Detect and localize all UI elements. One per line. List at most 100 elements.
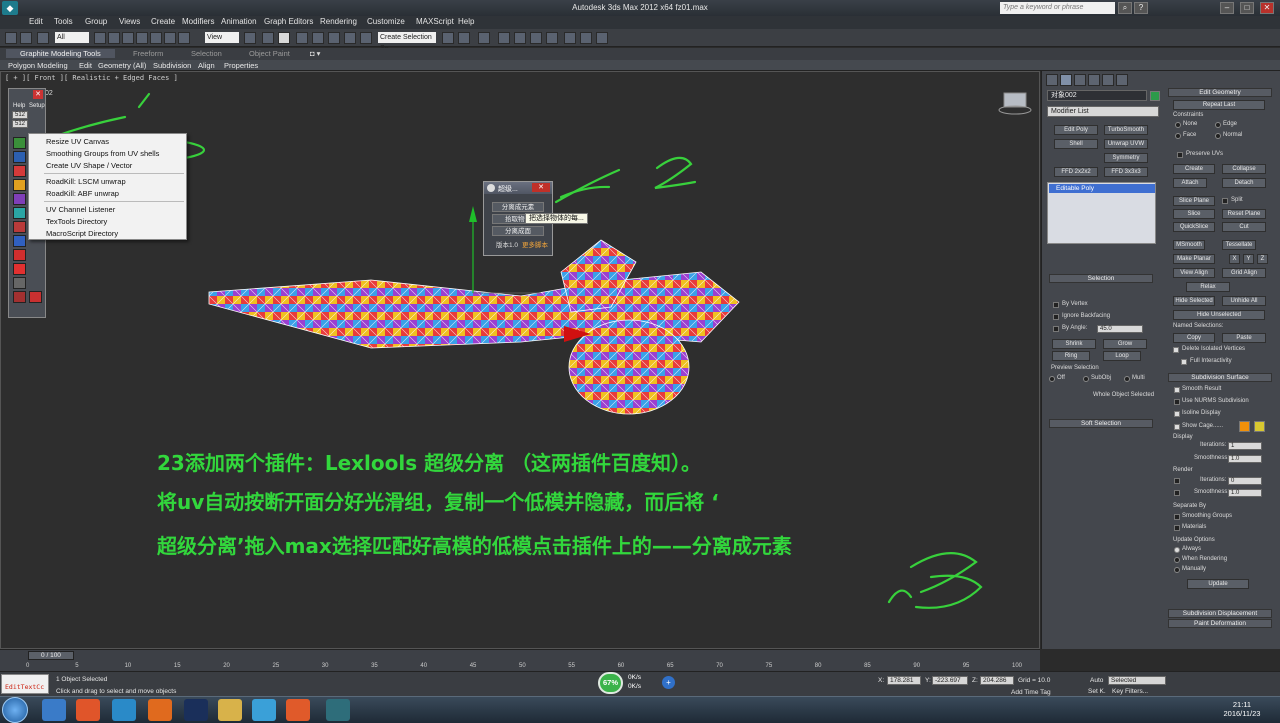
menu-modifiers[interactable]: Modifiers bbox=[182, 17, 214, 26]
menu-item-textools-directory[interactable]: TexTools Directory bbox=[46, 217, 107, 226]
isoline-display-checkbox[interactable] bbox=[1174, 411, 1180, 417]
floater-size-field[interactable]: 512 bbox=[12, 111, 28, 119]
hide-unselected-button[interactable]: Hide Unselected bbox=[1173, 310, 1265, 320]
view-cube-icon[interactable] bbox=[998, 92, 1032, 115]
close-button[interactable]: ✕ bbox=[1260, 2, 1274, 14]
edit-poly-button[interactable]: Edit Poly bbox=[1054, 125, 1098, 135]
network-speed-meter[interactable]: 67% 0K/s 0K/s + bbox=[598, 672, 678, 694]
angle-spinner[interactable]: 45.0 bbox=[1097, 325, 1143, 333]
named-selection-sets-dropdown[interactable]: Create Selection Se bbox=[378, 32, 436, 52]
stack-item-editable-poly[interactable]: Editable Poly bbox=[1049, 184, 1155, 193]
tab-selection[interactable]: Selection bbox=[191, 49, 222, 58]
selection-rollout-header[interactable]: Selection bbox=[1049, 274, 1153, 283]
unhide-all-button[interactable]: Unhide All bbox=[1222, 296, 1266, 306]
floater-close-icon[interactable]: ✕ bbox=[33, 90, 43, 99]
dialog-close-button[interactable]: ✕ bbox=[532, 183, 550, 192]
cage-color-swatch-1[interactable] bbox=[1239, 421, 1250, 432]
x-coord-field[interactable]: 178.281 bbox=[887, 676, 921, 685]
app-icon[interactable] bbox=[112, 699, 136, 721]
cage-color-swatch-2[interactable] bbox=[1254, 421, 1265, 432]
menu-group[interactable]: Group bbox=[85, 17, 107, 26]
menu-item-smoothing-groups-from-uv-shells[interactable]: Smoothing Groups from UV shells bbox=[46, 149, 159, 158]
y-coord-field[interactable]: -223.697 bbox=[932, 676, 968, 685]
grow-button[interactable]: Grow bbox=[1103, 339, 1147, 349]
z-coord-field[interactable]: 204.286 bbox=[980, 676, 1014, 685]
shell-button[interactable]: Shell bbox=[1054, 139, 1098, 149]
menu-help[interactable]: Help bbox=[458, 17, 474, 26]
use-nurms-checkbox[interactable] bbox=[1174, 399, 1180, 405]
menu-graph-editors[interactable]: Graph Editors bbox=[264, 17, 313, 26]
menu-customize[interactable]: Customize bbox=[367, 17, 405, 26]
uv-tool-icon[interactable] bbox=[13, 137, 26, 149]
preview-multi-radio[interactable] bbox=[1124, 376, 1130, 382]
soft-selection-rollout-header[interactable]: Soft Selection bbox=[1049, 419, 1153, 428]
render-setup-icon[interactable] bbox=[564, 32, 576, 44]
ffd-2x2x2-button[interactable]: FFD 2x2x2 bbox=[1054, 167, 1098, 177]
select-by-name-icon[interactable] bbox=[108, 32, 120, 44]
unwrap-uvw-button[interactable]: Unwrap UVW bbox=[1104, 139, 1148, 149]
object-color-swatch[interactable] bbox=[1150, 91, 1160, 101]
paste-button[interactable]: Paste bbox=[1222, 333, 1266, 343]
view-align-button[interactable]: View Align bbox=[1173, 268, 1215, 278]
ring-button[interactable]: Ring bbox=[1052, 351, 1090, 361]
relax-button[interactable]: Relax bbox=[1186, 282, 1230, 292]
shrink-button[interactable]: Shrink bbox=[1052, 339, 1096, 349]
rectangle-selection-icon[interactable] bbox=[122, 32, 134, 44]
curve-editor-icon[interactable] bbox=[514, 32, 526, 44]
edit-named-selection-icon[interactable] bbox=[360, 32, 372, 44]
update-manually-radio[interactable] bbox=[1174, 567, 1180, 573]
planar-z-button[interactable]: Z bbox=[1257, 254, 1268, 264]
uv-tool-icon[interactable] bbox=[13, 207, 26, 219]
hide-selected-button[interactable]: Hide Selected bbox=[1173, 296, 1215, 306]
show-cage-checkbox[interactable] bbox=[1174, 424, 1180, 430]
floater-size-field-2[interactable]: 512 bbox=[12, 120, 28, 128]
grid-align-button[interactable]: Grid Align bbox=[1222, 268, 1266, 278]
copy-button[interactable]: Copy bbox=[1173, 333, 1215, 343]
full-interactivity-checkbox[interactable] bbox=[1181, 359, 1187, 365]
constraint-normal-radio[interactable] bbox=[1215, 133, 1221, 139]
uv-tool-icon[interactable] bbox=[13, 193, 26, 205]
subdivision-surface-rollout-header[interactable]: Subdivision Surface bbox=[1168, 373, 1272, 382]
slice-plane-button[interactable]: Slice Plane bbox=[1173, 196, 1215, 206]
tab-object-paint[interactable]: Object Paint bbox=[249, 49, 290, 58]
uv-tool-icon[interactable] bbox=[29, 291, 42, 303]
photoshop-icon[interactable] bbox=[184, 699, 208, 721]
edit-geometry-rollout-header[interactable]: Edit Geometry bbox=[1168, 88, 1272, 97]
uv-tool-icon[interactable] bbox=[13, 221, 26, 233]
panel-geometry-all[interactable]: Geometry (All) bbox=[98, 61, 146, 70]
materials-checkbox[interactable] bbox=[1174, 525, 1180, 531]
mirror-icon[interactable] bbox=[442, 32, 454, 44]
rendered-frame-window-icon[interactable] bbox=[580, 32, 592, 44]
selection-filter-dropdown[interactable]: All bbox=[55, 32, 89, 43]
select-object-icon[interactable] bbox=[94, 32, 106, 44]
menu-item-roadkill-lscm[interactable]: RoadKill: LSCM unwrap bbox=[46, 177, 126, 186]
start-button-icon[interactable] bbox=[2, 697, 28, 723]
select-move-icon[interactable] bbox=[150, 32, 162, 44]
taskbar-clock[interactable]: 21:11 2016/11/23 bbox=[1222, 700, 1262, 718]
planar-y-button[interactable]: Y bbox=[1243, 254, 1254, 264]
create-button[interactable]: Create bbox=[1173, 164, 1215, 174]
key-mode-dropdown[interactable]: Selected bbox=[1108, 676, 1166, 685]
ie-icon[interactable] bbox=[42, 699, 66, 721]
folder-icon[interactable] bbox=[218, 699, 242, 721]
render-production-icon[interactable] bbox=[596, 32, 608, 44]
slice-button[interactable]: Slice bbox=[1173, 209, 1215, 219]
uv-tool-icon[interactable] bbox=[13, 165, 26, 177]
menu-animation[interactable]: Animation bbox=[221, 17, 257, 26]
smoothing-groups-checkbox[interactable] bbox=[1174, 514, 1180, 520]
cut-button[interactable]: Cut bbox=[1222, 222, 1266, 232]
smooth-result-checkbox[interactable] bbox=[1174, 387, 1180, 393]
ffd-3x3x3-button[interactable]: FFD 3x3x3 bbox=[1104, 167, 1148, 177]
uv-tool-icon[interactable] bbox=[13, 235, 26, 247]
object-name-field[interactable]: 对象002 bbox=[1047, 90, 1147, 101]
smoothness-display-spinner[interactable]: 1.0 bbox=[1228, 455, 1262, 463]
symmetry-button[interactable]: Symmetry bbox=[1104, 153, 1148, 163]
menu-tools[interactable]: Tools bbox=[54, 17, 73, 26]
redo-icon[interactable] bbox=[20, 32, 32, 44]
make-planar-button[interactable]: Make Planar bbox=[1173, 254, 1215, 264]
time-slider[interactable]: 0 / 100 bbox=[28, 651, 74, 660]
uv-tool-icon[interactable] bbox=[13, 277, 26, 289]
window-crossing-icon[interactable] bbox=[136, 32, 148, 44]
select-scale-icon[interactable] bbox=[178, 32, 190, 44]
constraint-none-radio[interactable] bbox=[1175, 122, 1181, 128]
